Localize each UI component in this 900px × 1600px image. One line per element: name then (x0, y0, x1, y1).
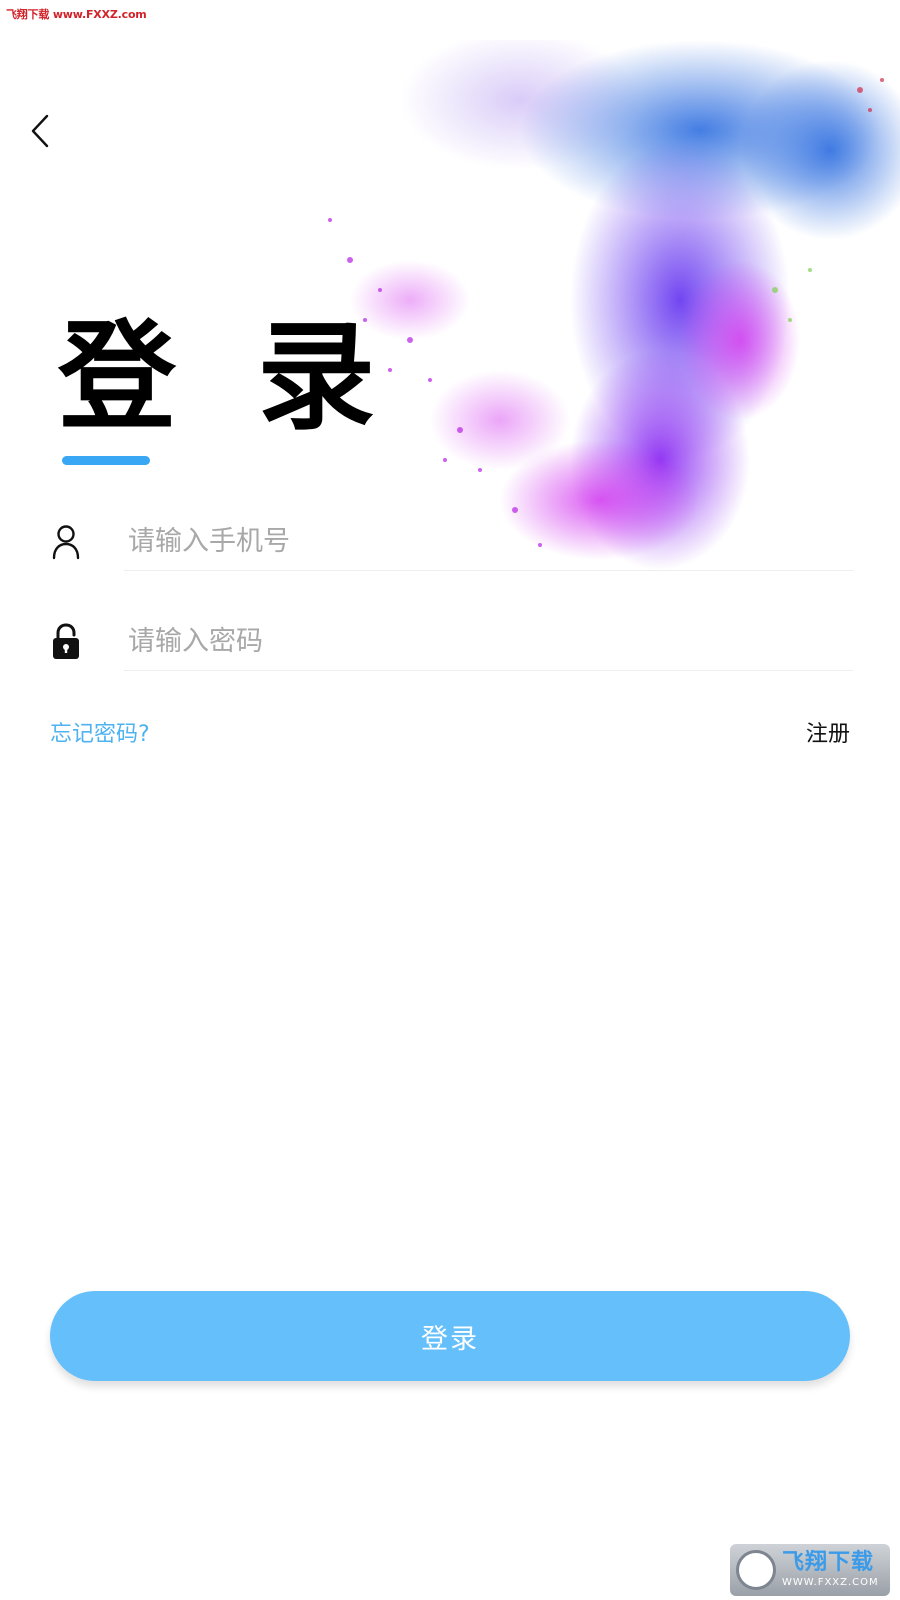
watermark-logo-icon (736, 1550, 776, 1590)
watermark-main-text: 飞翔下载 (782, 1550, 875, 1575)
phone-input[interactable] (124, 512, 853, 571)
login-button[interactable]: 登录 (50, 1291, 850, 1381)
lock-icon (50, 622, 82, 662)
page-title: 登 录 (58, 308, 396, 446)
title-underline (62, 456, 150, 465)
watermark-top: 飞翔下载 www.FXXZ.com (6, 8, 147, 21)
forgot-password-link[interactable]: 忘记密码? (50, 716, 150, 748)
password-input[interactable] (124, 612, 853, 671)
back-button[interactable] (22, 108, 58, 154)
phone-field (50, 512, 853, 572)
watermark-url-text: WWW.FXXZ.COM (782, 1577, 879, 1588)
watermark-bottom: 飞翔下载 WWW.FXXZ.COM (730, 1544, 890, 1596)
password-field (50, 612, 853, 672)
register-link[interactable]: 注册 (806, 716, 850, 748)
chevron-left-icon (31, 114, 49, 148)
user-icon (50, 522, 82, 562)
